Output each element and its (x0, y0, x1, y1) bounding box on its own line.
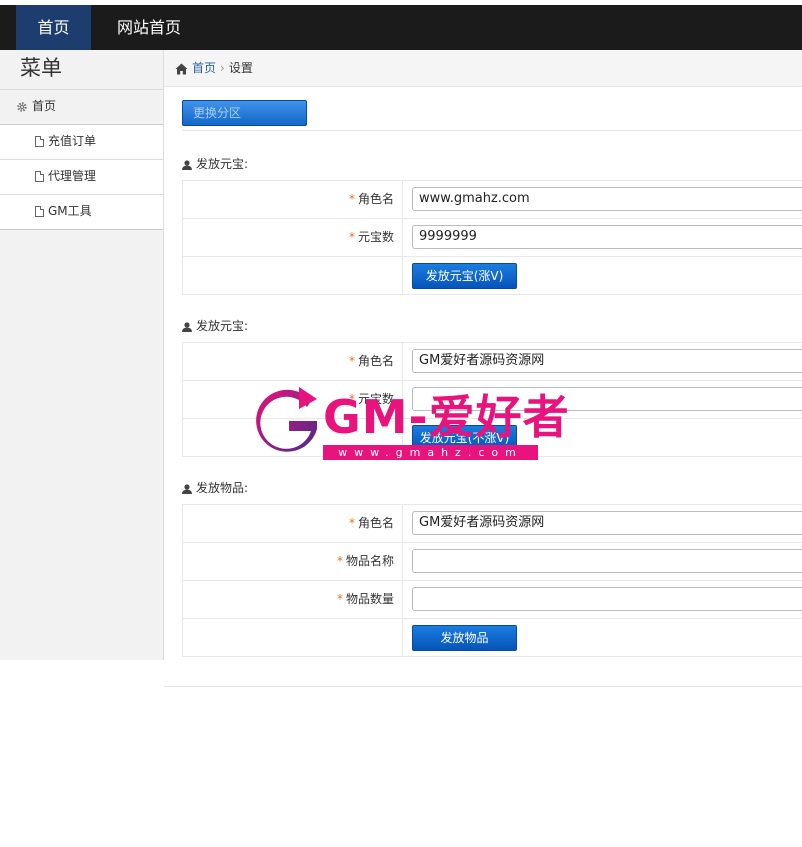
g-logo-icon (256, 387, 317, 452)
field-label: * 角色名 (183, 343, 403, 380)
send-items-button[interactable]: 发放物品 (412, 625, 517, 651)
field-label: * 角色名 (183, 181, 403, 218)
form-row: * 角色名 GM爱好者源码资源网 (183, 343, 802, 381)
sidebar: 菜单 首页 充值订单 代理管理 GM工具 (0, 50, 164, 660)
role-name-input[interactable]: GM爱好者源码资源网 (412, 511, 802, 535)
nav-site-home[interactable]: 网站首页 (117, 5, 181, 50)
form-row: * 元宝数 9999999 (183, 219, 802, 257)
file-icon (35, 206, 44, 217)
form-row: * 物品名称 (183, 543, 802, 581)
role-name-input[interactable]: www.gmahz.com (412, 187, 802, 211)
item-quantity-input[interactable] (412, 587, 802, 611)
role-name-input[interactable]: GM爱好者源码资源网 (412, 349, 802, 373)
form-ingot-1: * 角色名 www.gmahz.com * 元宝数 9999999 发放元宝(涨V) (182, 180, 802, 295)
sidebar-item-label: 充值订单 (48, 134, 97, 148)
item-name-input[interactable] (412, 549, 802, 573)
send-ingot-vip-button[interactable]: 发放元宝(涨V) (412, 263, 517, 289)
field-label-empty (183, 619, 403, 656)
user-icon (182, 321, 192, 332)
form-row: 发放元宝(涨V) (183, 257, 802, 295)
file-icon (35, 171, 44, 182)
section-title-items: 发放物品: (182, 479, 248, 496)
sidebar-item-label: 代理管理 (48, 169, 97, 183)
user-icon (182, 483, 192, 494)
nav-home[interactable]: 首页 (16, 5, 91, 50)
sidebar-item-recharge-orders[interactable]: 充值订单 (0, 125, 163, 160)
field-label-empty (183, 257, 403, 294)
section-title-ingot-1: 发放元宝: (182, 155, 248, 172)
watermark-url: www.gmahz.com (323, 445, 538, 460)
top-navbar: 首页 网站首页 (0, 5, 802, 50)
form-row: * 角色名 GM爱好者源码资源网 (183, 505, 802, 543)
sidebar-item-label: GM工具 (48, 204, 92, 218)
field-label: * 角色名 (183, 505, 403, 542)
field-label: * 元宝数 (183, 219, 403, 256)
sidebar-item-gm-tools[interactable]: GM工具 (0, 195, 163, 230)
form-row: * 角色名 www.gmahz.com (183, 181, 802, 219)
form-row: * 物品数量 (183, 581, 802, 619)
file-icon (35, 136, 44, 147)
ingot-amount-input[interactable]: 9999999 (412, 225, 802, 249)
field-label: * 物品数量 (183, 581, 403, 618)
sidebar-item-agent-management[interactable]: 代理管理 (0, 160, 163, 195)
breadcrumb: 首页 › 设置 (164, 50, 802, 87)
sidebar-title: 菜单 (0, 50, 163, 90)
breadcrumb-home-link[interactable]: 首页 (192, 61, 216, 75)
section-title-ingot-2: 发放元宝: (182, 317, 248, 334)
divider (182, 130, 802, 131)
sidebar-item-home-label: 首页 (32, 99, 57, 113)
gear-icon (17, 101, 27, 112)
breadcrumb-current: 设置 (228, 61, 253, 75)
user-icon (182, 159, 192, 170)
field-label: * 物品名称 (183, 543, 403, 580)
switch-zone-button[interactable]: 更换分区 (182, 100, 307, 126)
watermark-logo: GM-爱好者 www.gmahz.com (255, 385, 569, 463)
sidebar-item-home[interactable]: 首页 (0, 90, 163, 125)
footer-divider (164, 686, 802, 687)
form-items: * 角色名 GM爱好者源码资源网 * 物品名称 * 物品数量 发放物品 (182, 504, 802, 657)
form-row: 发放物品 (183, 619, 802, 657)
home-icon (175, 63, 188, 74)
breadcrumb-separator: › (220, 61, 225, 75)
watermark-brand: GM-爱好者 (323, 390, 570, 444)
